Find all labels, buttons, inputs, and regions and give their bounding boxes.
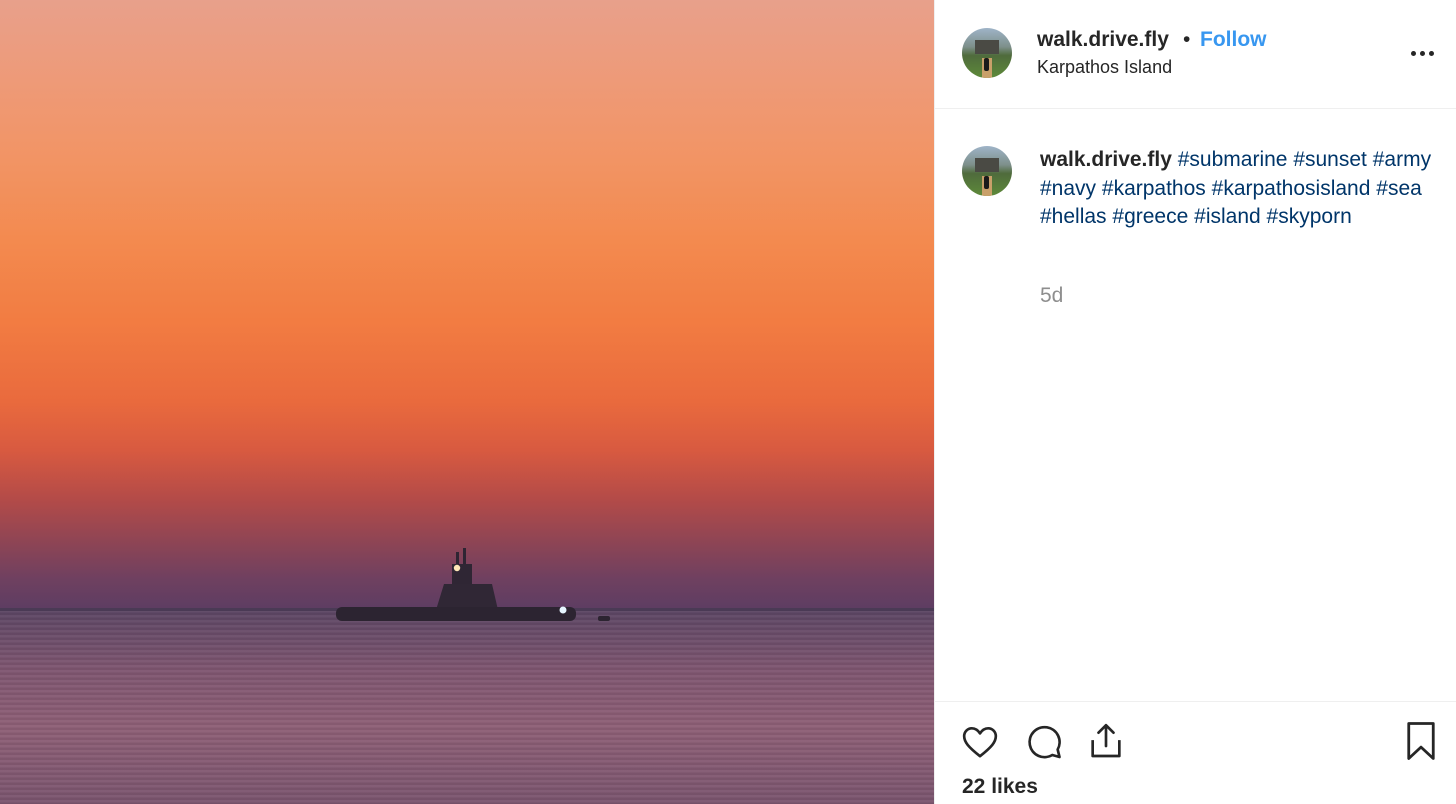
- hashtag[interactable]: #sunset: [1293, 148, 1367, 171]
- hashtag[interactable]: #karpathosisland: [1212, 177, 1371, 200]
- post-age[interactable]: 5d: [1040, 284, 1063, 308]
- hashtag[interactable]: #skyporn: [1267, 205, 1352, 228]
- hashtag[interactable]: #greece: [1112, 205, 1188, 228]
- avatar[interactable]: [962, 28, 1012, 78]
- hashtag[interactable]: #submarine: [1178, 148, 1288, 171]
- heart-icon[interactable]: [960, 722, 1000, 762]
- likes-count[interactable]: 22 likes: [962, 775, 1038, 799]
- location-link[interactable]: Karpathos Island: [1037, 57, 1172, 78]
- bookmark-icon[interactable]: [1405, 720, 1437, 762]
- post-header: walk.drive.fly • Follow Karpathos Island: [935, 0, 1456, 109]
- comment-icon[interactable]: [1024, 722, 1064, 762]
- hashtag[interactable]: #sea: [1376, 177, 1422, 200]
- post-caption: walk.drive.fly #submarine #sunset #army …: [1040, 146, 1445, 232]
- caption-username[interactable]: walk.drive.fly: [1040, 148, 1172, 171]
- hashtag[interactable]: #karpathos: [1102, 177, 1206, 200]
- hashtag[interactable]: #navy: [1040, 177, 1096, 200]
- more-options-icon[interactable]: [1407, 38, 1437, 68]
- follow-button[interactable]: Follow: [1200, 28, 1267, 52]
- hashtag[interactable]: #hellas: [1040, 205, 1107, 228]
- separator-dot: •: [1183, 28, 1191, 51]
- post-sidebar: walk.drive.fly • Follow Karpathos Island…: [934, 0, 1456, 804]
- caption-avatar[interactable]: [962, 146, 1012, 196]
- submarine-silhouette: [336, 548, 610, 621]
- action-bar: 22 likes: [935, 701, 1456, 804]
- username-link[interactable]: walk.drive.fly: [1037, 28, 1169, 52]
- post-photo[interactable]: [0, 0, 934, 804]
- hashtag[interactable]: #army: [1373, 148, 1431, 171]
- sea: [0, 610, 934, 804]
- share-icon[interactable]: [1086, 720, 1126, 762]
- hashtag[interactable]: #island: [1194, 205, 1261, 228]
